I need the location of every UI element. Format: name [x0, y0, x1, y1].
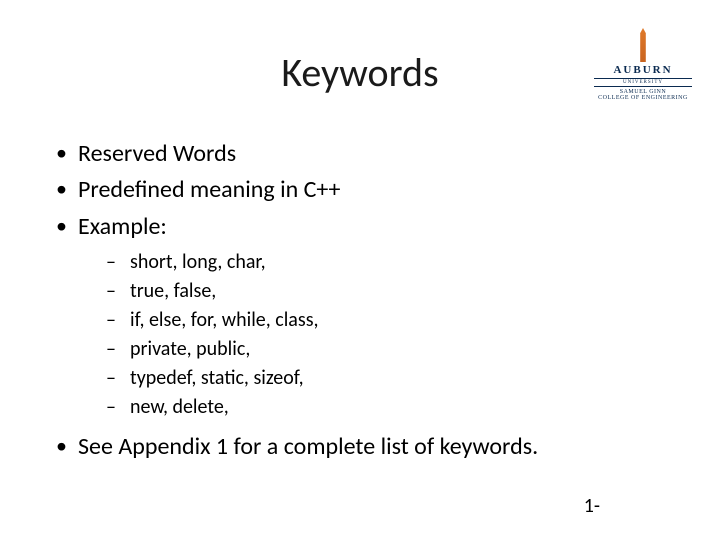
bullet-item: See Appendix 1 for a complete list of ke… — [48, 431, 680, 463]
sub-bullet-item: typedef, static, sizeof, — [78, 365, 680, 392]
bullet-list: Reserved Words Predefined meaning in C++… — [48, 138, 680, 464]
sub-bullet-item: short, long, char, — [78, 249, 680, 276]
sub-bullet-item: if, else, for, while, class, — [78, 307, 680, 334]
page-number: 1- — [584, 494, 600, 518]
sub-bullet-item: true, false, — [78, 278, 680, 305]
bullet-item: Predefined meaning in C++ — [48, 174, 680, 206]
sub-bullet-list: short, long, char, true, false, if, else… — [78, 249, 680, 421]
slide: AUBURN UNIVERSITY SAMUEL GINN COLLEGE OF… — [0, 0, 720, 540]
slide-content: Reserved Words Predefined meaning in C++… — [48, 138, 680, 468]
bullet-item: Example: short, long, char, true, false,… — [48, 211, 680, 421]
slide-title: Keywords — [0, 48, 720, 97]
bullet-item: Reserved Words — [48, 138, 680, 170]
sub-bullet-item: new, delete, — [78, 394, 680, 421]
sub-bullet-item: private, public, — [78, 336, 680, 363]
bullet-text: Example: — [78, 212, 167, 241]
